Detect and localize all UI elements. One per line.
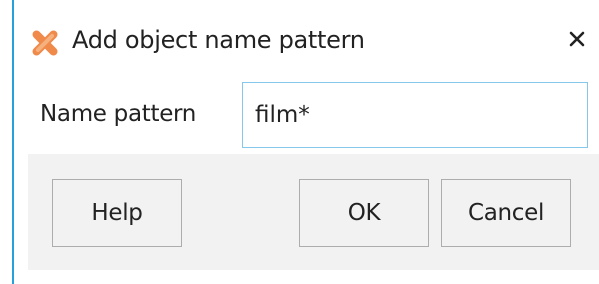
help-button[interactable]: Help bbox=[52, 179, 182, 247]
add-object-name-pattern-dialog: Add object name pattern Name pattern Hel… bbox=[12, 0, 599, 284]
button-panel: Help OK Cancel bbox=[28, 154, 599, 270]
close-icon bbox=[569, 31, 585, 47]
cancel-button[interactable]: Cancel bbox=[441, 179, 571, 247]
app-icon bbox=[30, 28, 60, 58]
name-pattern-label: Name pattern bbox=[40, 101, 197, 127]
ok-button[interactable]: OK bbox=[299, 179, 429, 247]
close-button[interactable] bbox=[562, 24, 592, 54]
name-pattern-input[interactable] bbox=[242, 82, 588, 148]
dialog-title-bar[interactable]: Add object name pattern bbox=[14, 0, 599, 88]
dialog-title: Add object name pattern bbox=[72, 26, 365, 54]
